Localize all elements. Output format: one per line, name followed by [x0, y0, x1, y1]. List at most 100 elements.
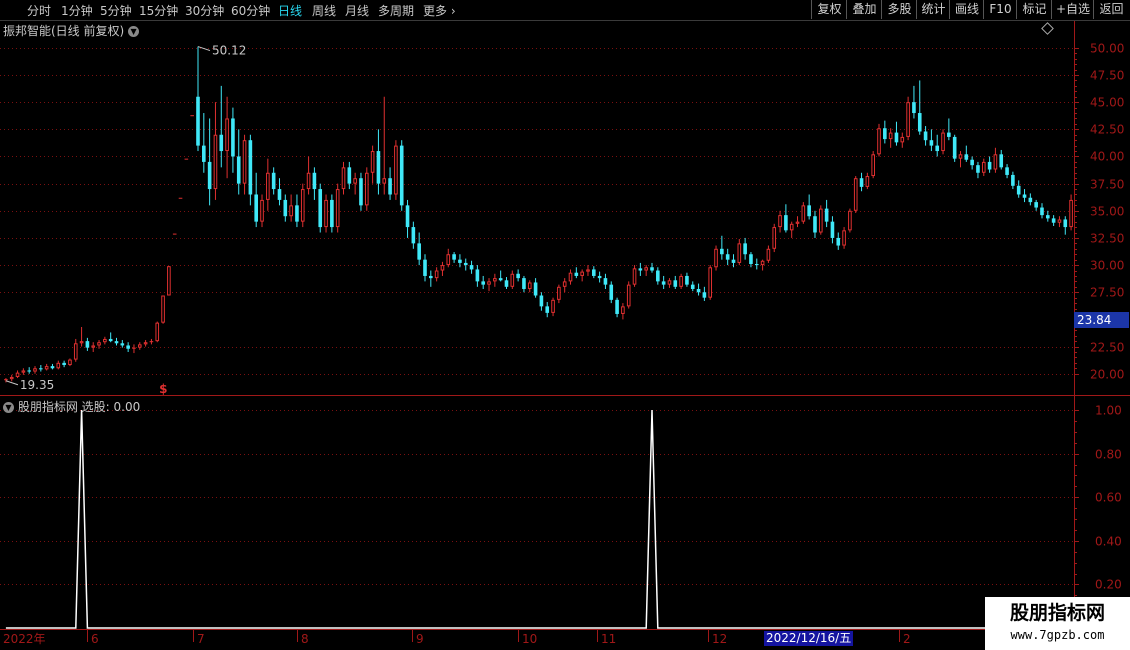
stock-title-text: 振邦智能(日线 前复权): [3, 24, 125, 38]
candle-body: [877, 128, 881, 155]
candle-body: [231, 118, 235, 157]
candle-body: [242, 140, 247, 184]
candle-body: [68, 359, 72, 366]
date-tick-label: 10: [522, 632, 537, 646]
tab-5min[interactable]: 5分钟: [100, 2, 132, 19]
candle-body: [848, 210, 852, 231]
indicator-tick-label: 0.40: [1095, 535, 1122, 549]
candle-body: [859, 178, 864, 187]
candle-body: [330, 199, 334, 228]
tab-60min[interactable]: 60分钟: [231, 2, 270, 19]
candle-body: [21, 370, 26, 373]
candle-body: [405, 205, 410, 228]
candle-body: [766, 248, 771, 261]
candle-body: [813, 216, 817, 233]
restore-rights-button[interactable]: 复权: [811, 0, 847, 19]
candle-body: [359, 178, 363, 206]
candle-body: [586, 269, 590, 272]
date-tick-label: 2022年: [3, 632, 46, 646]
candle-body: [341, 167, 346, 190]
watermark-title: 股朋指标网: [1009, 602, 1105, 624]
candle-body: [935, 145, 940, 152]
indicator-tick-label: 0.80: [1095, 448, 1122, 462]
tab-monthly[interactable]: 月线: [345, 2, 369, 19]
tab-daily[interactable]: 日线: [278, 2, 302, 19]
candle-body: [347, 167, 352, 184]
current-price-label: 23.84: [1074, 312, 1129, 328]
tab-multi-period[interactable]: 多周期: [378, 2, 414, 19]
price-tick-label: 50.00: [1090, 42, 1124, 56]
candle-body: [754, 264, 759, 266]
candle-body: [900, 136, 905, 143]
candle-body: [79, 341, 84, 344]
candle-body: [527, 282, 532, 289]
multi-stock-button[interactable]: 多股: [881, 0, 917, 19]
candle-body: [737, 243, 742, 263]
candles-group: [4, 46, 1073, 383]
dropdown-icon[interactable]: ▼: [3, 402, 14, 413]
candle-body: [568, 272, 573, 282]
candle-body: [1051, 218, 1056, 223]
tab-1min[interactable]: 1分钟: [61, 2, 93, 19]
candle-body: [912, 102, 916, 114]
tab-30min[interactable]: 30分钟: [185, 2, 224, 19]
candle-body: [830, 221, 835, 238]
price-tick-label: 47.50: [1090, 69, 1124, 83]
candle-body: [172, 233, 177, 235]
candle-body: [190, 115, 194, 117]
candle-body: [621, 306, 625, 314]
candle-body: [155, 322, 160, 342]
statistics-button[interactable]: 统计: [916, 0, 950, 19]
tab-15min[interactable]: 15分钟: [139, 2, 178, 19]
candle-body: [1016, 185, 1021, 195]
candle-body: [644, 267, 648, 271]
candle-body: [236, 156, 241, 184]
candle-body: [248, 140, 253, 195]
candle-body: [1046, 215, 1050, 219]
tab-fenshi[interactable]: 分时: [27, 2, 51, 19]
low-price-label: 19.35: [20, 378, 54, 392]
candle-body: [137, 344, 142, 348]
indicator-tick-label: 1.00: [1095, 404, 1122, 418]
dropdown-icon[interactable]: ▼: [128, 26, 140, 37]
candle-body: [411, 227, 416, 244]
candle-body: [97, 342, 101, 346]
back-button[interactable]: 返回: [1093, 0, 1129, 19]
candle-body: [597, 275, 602, 279]
chevron-right-icon: ›: [450, 4, 456, 18]
candle-body: [545, 306, 550, 313]
candle-body: [458, 259, 462, 263]
candle-body: [894, 132, 899, 143]
candle-body: [196, 96, 200, 146]
price-tick-label: 45.00: [1090, 96, 1124, 110]
candle-body: [516, 273, 520, 279]
candle-body: [202, 145, 206, 162]
f10-button[interactable]: F10: [983, 0, 1017, 19]
candle-body: [184, 158, 189, 160]
candle-body: [760, 260, 765, 266]
date-tick-label: 12: [712, 632, 727, 646]
candle-body: [376, 151, 381, 184]
mark-button[interactable]: 标记: [1016, 0, 1052, 19]
candle-body: [941, 132, 945, 152]
tab-more[interactable]: 更多 ›: [423, 2, 456, 19]
draw-line-button[interactable]: 画线: [949, 0, 984, 19]
signal-line: [5, 409, 1072, 629]
candle-body: [923, 131, 928, 141]
indicator-value: 选股: 0.00: [81, 400, 141, 414]
candle-body: [388, 178, 392, 195]
candle-body: [731, 259, 736, 263]
kline-chart[interactable]: 50.00 47.50 45.00 42.50 40.00 37.50 35.00 32.50…: [0, 0, 1130, 650]
overlay-button[interactable]: 叠加: [846, 0, 882, 19]
candle-body: [696, 288, 701, 293]
indicator-title: ▼ 股朋指标网 选股: 0.00: [3, 398, 140, 415]
candle-body: [725, 254, 730, 260]
date-tick-label: 2: [903, 632, 911, 646]
candle-body: [702, 292, 707, 298]
price-gridlines: [0, 48, 1074, 375]
candle-body: [557, 286, 561, 300]
price-tick-label: 40.00: [1090, 150, 1124, 164]
candle-body: [370, 151, 375, 173]
tab-weekly[interactable]: 周线: [312, 2, 336, 19]
add-watchlist-button[interactable]: +自选: [1051, 0, 1094, 19]
